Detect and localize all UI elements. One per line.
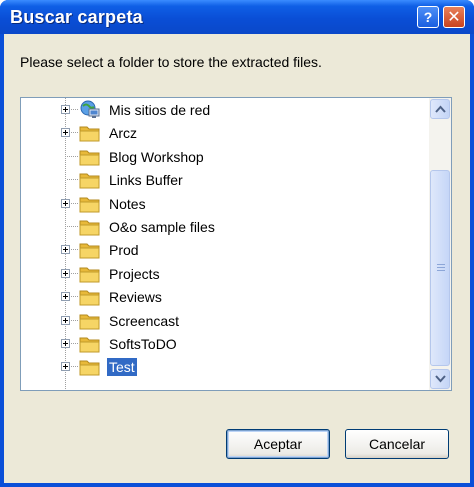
expand-icon[interactable] (61, 245, 70, 255)
folder-icon (79, 123, 101, 143)
tree-connector (67, 226, 79, 227)
expand-icon[interactable] (61, 198, 70, 208)
expand-icon[interactable] (61, 105, 70, 114)
tree-item-label: Mis sitios de red (109, 102, 211, 118)
title-bar[interactable]: Buscar carpeta ? ✕ (0, 0, 474, 34)
tree-item-label: Blog Workshop (109, 148, 204, 165)
scroll-thumb[interactable] (430, 170, 450, 366)
expand-icon[interactable] (61, 362, 70, 372)
expand-icon[interactable] (61, 315, 70, 325)
tree-item[interactable]: O&o sample files (21, 216, 429, 239)
expand-icon[interactable] (61, 128, 70, 138)
tree-item-label: Screencast (109, 312, 180, 329)
close-button[interactable]: ✕ (443, 6, 465, 28)
folder-icon (79, 170, 101, 190)
folder-tree[interactable]: Mis sitios de red Arcz Blog Workshop Links … (20, 97, 452, 391)
tree-item[interactable]: Links Buffer (21, 169, 429, 192)
expand-icon[interactable] (61, 339, 70, 348)
folder-browser-dialog: Buscar carpeta ? ✕ Please select a folde… (0, 0, 474, 487)
window-title: Buscar carpeta (10, 7, 143, 27)
tree-item[interactable]: Blog Workshop (21, 146, 429, 169)
tree-item[interactable]: SoftsToDO (21, 333, 429, 356)
tree-item[interactable]: Projects (21, 263, 429, 286)
tree-item-label: Projects (109, 265, 160, 282)
folder-icon (79, 217, 101, 237)
vertical-scrollbar[interactable] (429, 98, 451, 390)
instruction-text: Please select a folder to store the extr… (20, 54, 322, 70)
grip-icon (437, 264, 445, 273)
tree-item-label: Arcz (109, 125, 137, 142)
tree-item-label: Links Buffer (109, 172, 183, 189)
tree-item-label: SoftsToDO (109, 336, 177, 352)
close-icon: ✕ (447, 9, 461, 26)
ok-button[interactable]: Aceptar (226, 429, 330, 459)
folder-icon (79, 147, 101, 167)
tree-item[interactable]: Reviews (21, 286, 429, 309)
network-icon (79, 100, 101, 120)
folder-icon (79, 194, 101, 214)
scroll-down-button[interactable] (430, 369, 450, 389)
scroll-up-button[interactable] (430, 99, 450, 119)
folder-icon (79, 334, 101, 354)
tree-item[interactable]: Test (21, 356, 429, 379)
tree-item-label: Reviews (109, 289, 162, 306)
tree-item[interactable]: Screencast (21, 310, 429, 333)
tree-item-label: O&o sample files (109, 219, 215, 235)
help-icon: ? (423, 9, 433, 25)
tree-item[interactable]: Notes (21, 193, 429, 216)
tree-connector (67, 155, 79, 157)
tree-item-label: Notes (109, 195, 146, 212)
tree-item[interactable]: Prod (21, 239, 429, 262)
folder-icon (79, 287, 101, 307)
chevron-down-icon (435, 375, 446, 383)
tree-item[interactable]: Mis sitios de red (21, 99, 429, 122)
folder-tree-list: Mis sitios de red Arcz Blog Workshop Links … (21, 98, 429, 390)
tree-item[interactable]: Arcz (21, 122, 429, 145)
folder-icon (79, 240, 101, 260)
cancel-button[interactable]: Cancelar (345, 429, 449, 459)
folder-icon (79, 264, 101, 284)
help-button[interactable]: ? (417, 6, 439, 28)
dialog-body: Please select a folder to store the extr… (4, 34, 470, 483)
tree-item-label: Prod (109, 242, 139, 259)
tree-item-label: Test (107, 358, 137, 377)
tree-connector (67, 179, 79, 181)
expand-icon[interactable] (61, 268, 70, 278)
folder-icon (79, 357, 101, 377)
expand-icon[interactable] (61, 292, 70, 302)
chevron-up-icon (435, 105, 446, 113)
folder-icon (79, 311, 101, 331)
